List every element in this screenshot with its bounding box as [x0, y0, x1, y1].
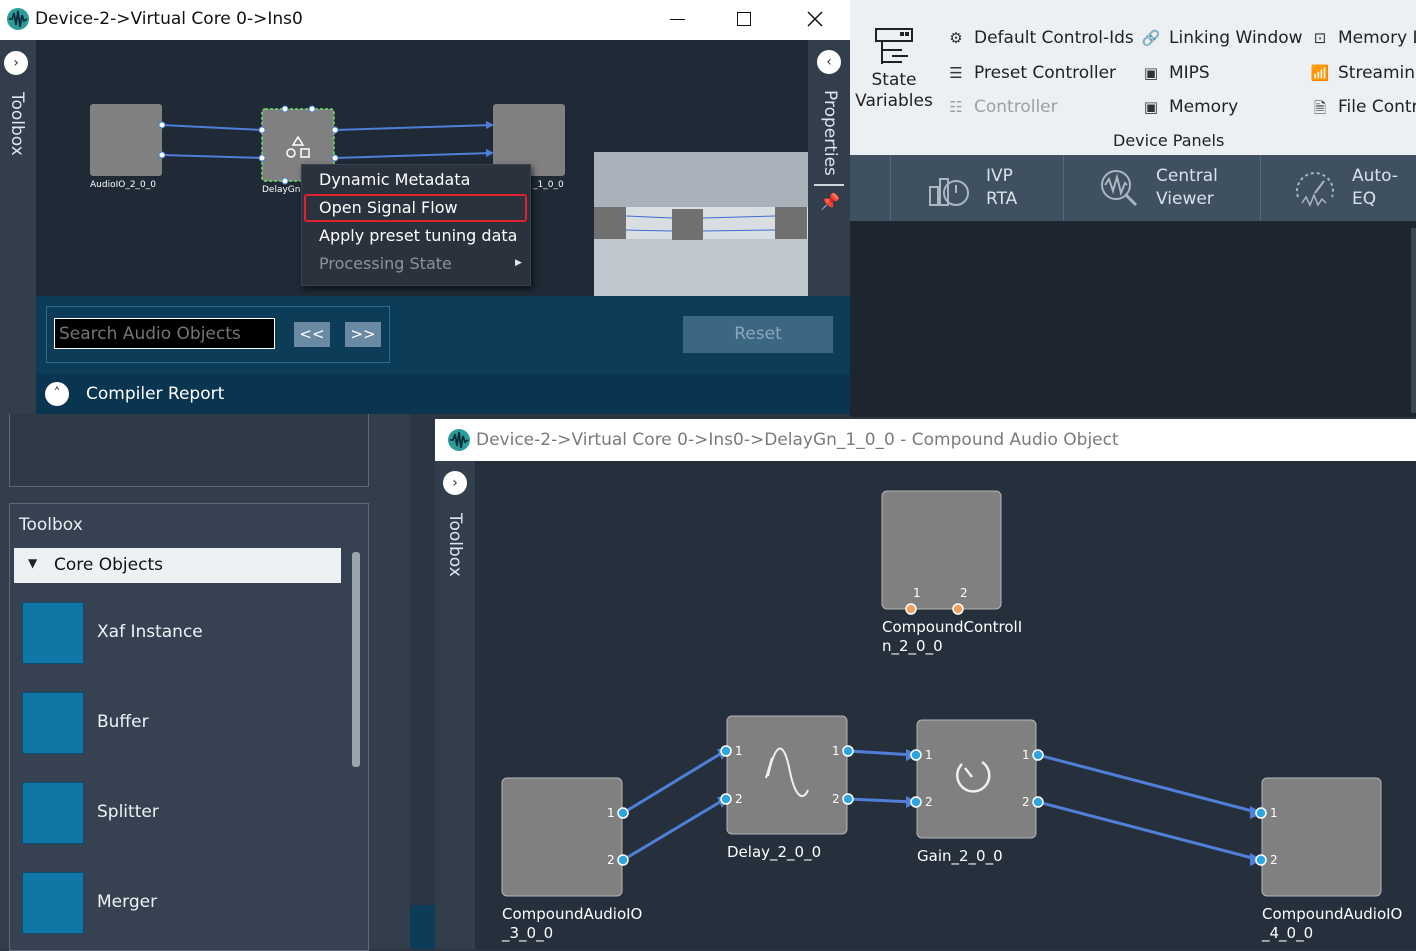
submenu-arrow-icon: ▶ — [515, 258, 522, 268]
port-label: 2 — [607, 853, 615, 867]
compiler-report-bar[interactable]: ˄ Compiler Report — [36, 374, 850, 414]
port-control-2 — [952, 603, 964, 615]
port-in-out1 — [617, 807, 629, 819]
port-gain-out1 — [1032, 749, 1044, 761]
port-label: 2 — [735, 792, 743, 806]
port-delay-in2 — [720, 793, 732, 805]
port-label: 1 — [607, 806, 615, 820]
port-label: 2 — [960, 586, 968, 600]
delay-label: Delay_2_0_0 — [727, 843, 822, 861]
port-label: 1 — [925, 748, 933, 762]
port-gain-in2 — [910, 796, 922, 808]
audio-in-label: CompoundAudioIO _3_0_0 — [502, 905, 643, 942]
audio-out-node — [1261, 777, 1382, 897]
port-gain-in1 — [910, 749, 922, 761]
port-in-out2 — [617, 854, 629, 866]
port-label: 2 — [1270, 853, 1278, 867]
delaygn-node-label: DelayGn — [262, 185, 301, 195]
output-node-label: _1_0_0 — [533, 180, 564, 190]
port-gain-out2 — [1032, 796, 1044, 808]
audioio-node — [90, 104, 162, 176]
port-out-in2 — [1255, 854, 1267, 866]
wire-gain2-out2 — [1037, 800, 1261, 862]
audio-in-node — [501, 777, 623, 897]
port-label: 1 — [832, 744, 840, 758]
wire-delay1-gain1 — [847, 749, 916, 757]
next-button[interactable]: >> — [345, 322, 381, 347]
audioio-node-label: AudioIO_2_0_0 — [90, 180, 156, 190]
gain-label: Gain_2_0_0 — [917, 847, 1003, 865]
reset-button[interactable]: Reset — [683, 316, 833, 353]
port-label: 1 — [735, 744, 743, 758]
delay-node — [726, 715, 848, 835]
port-label: 1 — [913, 586, 921, 600]
expand-compiler-button[interactable]: ˄ — [45, 382, 69, 406]
port-control-1 — [905, 603, 917, 615]
wire-in1-delay1 — [622, 749, 726, 815]
port-label: 2 — [832, 792, 840, 806]
port-label: 2 — [925, 795, 933, 809]
wire-delay2-gain2 — [847, 797, 916, 804]
control-in-label: CompoundControlI n_2_0_0 — [882, 618, 1023, 655]
port-delay-in1 — [720, 745, 732, 757]
port-out-in1 — [1255, 807, 1267, 819]
port-delay-out2 — [842, 793, 854, 805]
port-label: 2 — [1022, 795, 1030, 809]
menu-item-apply-preset[interactable]: Apply preset tuning data — [319, 226, 517, 245]
gain-node — [916, 719, 1037, 839]
search-input[interactable] — [54, 318, 275, 349]
previous-button[interactable]: << — [294, 322, 330, 347]
wire-in2-delay2 — [622, 797, 726, 862]
chevron-up-icon: ˄ — [53, 386, 61, 402]
port-label: 1 — [1022, 748, 1030, 762]
menu-item-processing-state[interactable]: Processing State — [319, 254, 452, 273]
wire-gain1-out1 — [1037, 753, 1261, 815]
audio-out-label: CompoundAudioIO _4_0_0 — [1262, 905, 1403, 942]
menu-item-open-signal-flow[interactable]: Open Signal Flow — [319, 198, 458, 217]
control-in-node — [881, 490, 1002, 610]
compiler-report-label: Compiler Report — [86, 384, 225, 404]
menu-item-dynamic-metadata[interactable]: Dynamic Metadata — [319, 170, 470, 189]
port-delay-out1 — [842, 745, 854, 757]
port-label: 1 — [1270, 806, 1278, 820]
